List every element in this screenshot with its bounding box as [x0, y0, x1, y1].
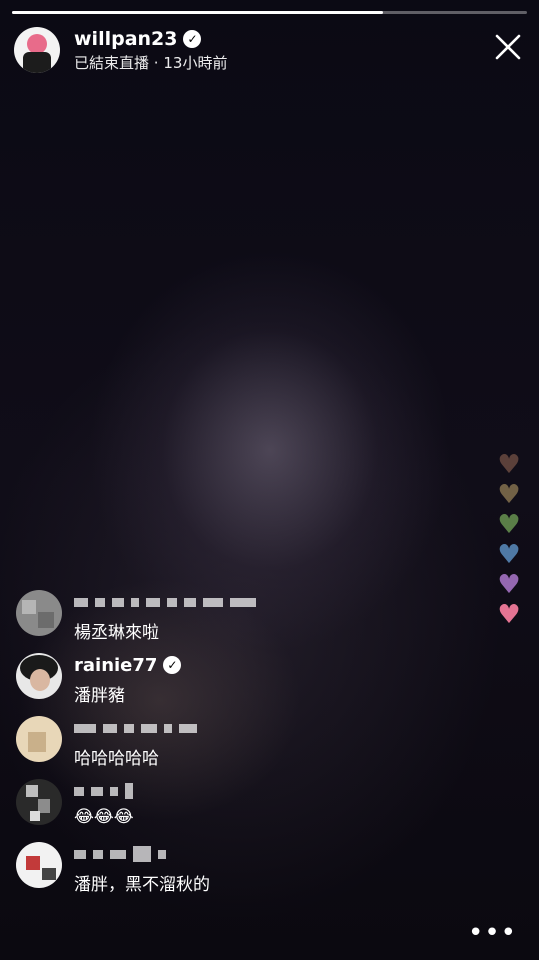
story-progress-fill [12, 11, 383, 14]
verified-badge-icon: ✓ [163, 656, 182, 674]
comment-item: 潘胖，黑不溜秋的 [16, 842, 456, 905]
comment-body: 哈哈哈哈哈 [74, 716, 197, 769]
comment-text: 潘胖豬 [74, 686, 125, 706]
heart-icon: ♥ [497, 600, 521, 630]
comment-text: 潘胖，黑不溜秋的 [74, 875, 210, 895]
comment-text: 楊丞琳來啦 [74, 623, 159, 643]
heart-icon: ♥ [497, 480, 521, 510]
commenter-avatar-blurred [16, 716, 62, 762]
commenter-avatar[interactable] [16, 653, 62, 699]
avatar-body-shape [23, 52, 51, 73]
comment-item: rainie77 ✓ 潘胖豬 [16, 653, 456, 716]
commenter-avatar-blurred [16, 779, 62, 825]
host-username[interactable]: willpan23 [74, 28, 177, 50]
commenter-name-redacted [74, 779, 134, 803]
commenter-name-row: rainie77 ✓ [74, 653, 182, 677]
comment-text: 哈哈哈哈哈 [74, 749, 159, 769]
live-status: 已結束直播 · 13小時前 [74, 52, 227, 73]
commenter-name[interactable]: rainie77 [74, 655, 157, 676]
avatar-mosaic-block [28, 732, 46, 752]
comment-body: 潘胖，黑不溜秋的 [74, 842, 210, 895]
close-button[interactable] [493, 32, 523, 62]
comment-body: 楊丞琳來啦 [74, 590, 256, 643]
avatar-mosaic-block [26, 856, 40, 870]
avatar-mosaic-block [42, 868, 56, 880]
avatar-mosaic-block [30, 811, 40, 821]
comment-item: 😂😂😂 [16, 779, 456, 842]
close-icon [495, 34, 521, 60]
comment-item: 楊丞琳來啦 [16, 590, 456, 653]
host-avatar[interactable] [14, 27, 60, 73]
live-status-text: 已結束直播 [74, 53, 150, 72]
commenter-avatar-blurred [16, 842, 62, 888]
live-comments-list: 楊丞琳來啦 rainie77 ✓ 潘胖豬 哈哈哈哈哈 😂😂😂 潘胖，黑不溜秋的 [16, 590, 456, 905]
commenter-name-redacted [74, 590, 256, 614]
heart-icon: ♥ [497, 450, 521, 480]
avatar-mosaic-block [38, 612, 54, 628]
live-header: willpan23 ✓ 已結束直播 · 13小時前 [14, 26, 227, 74]
host-username-row: willpan23 ✓ [74, 28, 227, 50]
comment-body: 😂😂😂 [74, 779, 134, 827]
comment-item: 哈哈哈哈哈 [16, 716, 456, 779]
heart-icon: ♥ [497, 570, 521, 600]
host-info: willpan23 ✓ 已結束直播 · 13小時前 [74, 28, 227, 73]
more-options-button[interactable]: ••• [468, 918, 517, 948]
avatar-mosaic-block [26, 785, 38, 797]
avatar-face-shape [30, 669, 50, 691]
commenter-name-redacted [74, 842, 210, 866]
story-progress-bar [12, 11, 527, 14]
avatar-mosaic-block [22, 600, 36, 614]
avatar-head-shape [27, 34, 47, 54]
verified-badge-icon: ✓ [183, 29, 202, 48]
commenter-name-redacted [74, 716, 197, 740]
heart-icon: ♥ [497, 540, 521, 570]
commenter-avatar-blurred [16, 590, 62, 636]
live-time-ago: 13小時前 [163, 53, 228, 72]
status-separator: · [153, 53, 159, 72]
comment-body: rainie77 ✓ 潘胖豬 [74, 653, 182, 706]
comment-text: 😂😂😂 [74, 807, 134, 827]
more-horizontal-icon: ••• [467, 918, 517, 948]
reaction-hearts: ♥ ♥ ♥ ♥ ♥ ♥ [492, 450, 526, 630]
heart-icon: ♥ [497, 510, 521, 540]
